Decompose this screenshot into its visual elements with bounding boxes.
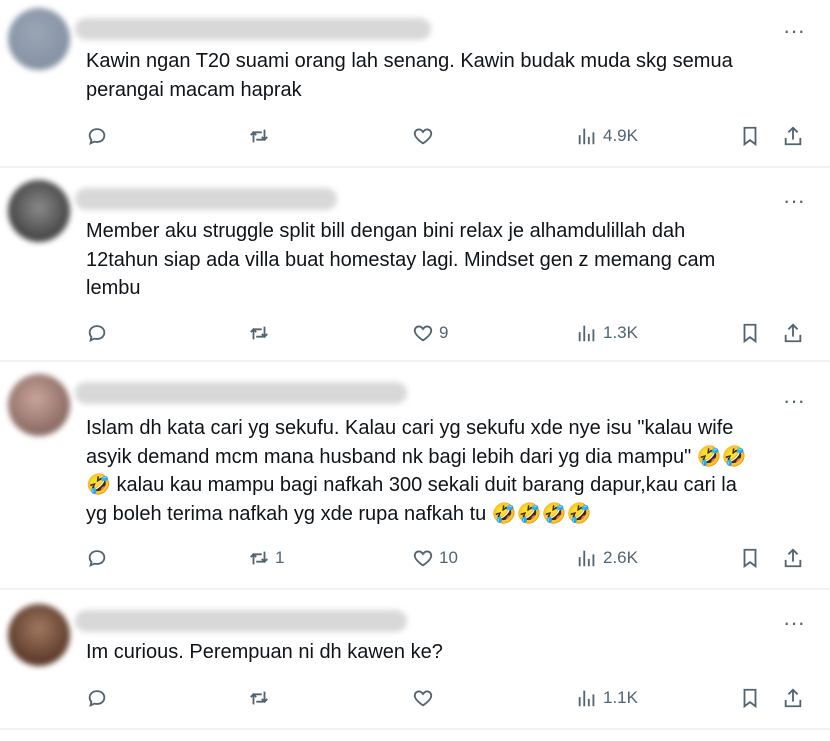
- post-text: Kawin ngan T20 suami orang lah senang. K…: [86, 50, 733, 101]
- views-icon: [578, 128, 595, 145]
- view-count: 1.1K: [603, 688, 638, 707]
- like-button[interactable]: 10: [412, 543, 458, 573]
- bookmark-icon: [743, 323, 757, 344]
- view-count: 4.9K: [603, 126, 638, 145]
- bookmark-icon: [743, 126, 757, 147]
- share-icon: [784, 548, 802, 568]
- repost-icon: [250, 326, 268, 340]
- views-icon: [578, 550, 595, 567]
- reply-post[interactable]: ··· Kawin ngan T20 suami orang lah senan…: [0, 0, 830, 168]
- bookmark-button[interactable]: [739, 543, 761, 573]
- views-icon: [578, 690, 595, 707]
- action-bar: 1 10 2.6K: [86, 543, 810, 573]
- redacted-username: [75, 610, 407, 632]
- redacted-username: [75, 188, 337, 210]
- heart-icon: [413, 325, 433, 342]
- avatar[interactable]: [8, 604, 70, 666]
- reply-button[interactable]: [86, 121, 113, 151]
- share-button[interactable]: [782, 318, 804, 348]
- view-count: 2.6K: [603, 548, 638, 567]
- views-button[interactable]: 4.9K: [576, 121, 638, 151]
- heart-icon: [413, 128, 433, 145]
- reply-icon: [88, 128, 106, 145]
- redacted-username: [75, 382, 407, 404]
- more-icon[interactable]: ···: [782, 20, 806, 46]
- repost-button[interactable]: [248, 683, 275, 713]
- like-count: 10: [439, 548, 458, 567]
- repost-button[interactable]: 1: [248, 543, 284, 573]
- post-text: Islam dh kata cari yg sekufu. Kalau cari…: [86, 417, 747, 525]
- redacted-username: [75, 18, 431, 40]
- reply-post[interactable]: ··· Im curious. Perempuan ni dh kawen ke…: [0, 590, 830, 730]
- repost-count: 1: [275, 548, 285, 567]
- post-text: Im curious. Perempuan ni dh kawen ke?: [86, 641, 443, 663]
- bookmark-button[interactable]: [739, 683, 761, 713]
- bookmark-icon: [743, 688, 757, 709]
- reply-post[interactable]: ··· Islam dh kata cari yg sekufu. Kalau …: [0, 362, 830, 590]
- more-icon[interactable]: ···: [782, 612, 806, 638]
- view-count: 1.3K: [603, 323, 638, 342]
- like-button[interactable]: 9: [412, 318, 448, 348]
- bookmark-button[interactable]: [739, 318, 761, 348]
- repost-icon: [250, 551, 268, 565]
- like-count: 9: [439, 323, 449, 342]
- repost-icon: [250, 691, 268, 705]
- reply-icon: [88, 325, 106, 342]
- like-button[interactable]: [412, 683, 439, 713]
- share-icon: [784, 126, 802, 146]
- like-button[interactable]: [412, 121, 439, 151]
- avatar[interactable]: [8, 8, 70, 70]
- reply-button[interactable]: [86, 683, 113, 713]
- share-button[interactable]: [782, 683, 804, 713]
- heart-icon: [413, 690, 433, 707]
- views-icon: [578, 325, 595, 342]
- avatar[interactable]: [8, 374, 70, 436]
- action-bar: 9 1.3K: [86, 318, 810, 348]
- post-text: Member aku struggle split bill dengan bi…: [86, 220, 716, 299]
- reply-icon: [88, 690, 106, 707]
- repost-button[interactable]: [248, 318, 275, 348]
- share-icon: [784, 688, 802, 708]
- reply-icon: [88, 550, 106, 567]
- share-button[interactable]: [782, 121, 804, 151]
- repost-icon: [250, 129, 268, 143]
- views-button[interactable]: 1.3K: [576, 318, 638, 348]
- reply-button[interactable]: [86, 543, 113, 573]
- bookmark-button[interactable]: [739, 121, 761, 151]
- bookmark-icon: [743, 548, 757, 569]
- replies-feed: ··· Kawin ngan T20 suami orang lah senan…: [0, 0, 830, 741]
- reply-button[interactable]: [86, 318, 113, 348]
- more-icon[interactable]: ···: [782, 390, 806, 416]
- heart-icon: [413, 550, 433, 567]
- action-bar: 1.1K: [86, 683, 810, 713]
- repost-button[interactable]: [248, 121, 275, 151]
- views-button[interactable]: 2.6K: [576, 543, 638, 573]
- avatar[interactable]: [8, 180, 70, 242]
- share-button[interactable]: [782, 543, 804, 573]
- action-bar: 4.9K: [86, 121, 810, 151]
- reply-post[interactable]: ··· Member aku struggle split bill denga…: [0, 168, 830, 362]
- views-button[interactable]: 1.1K: [576, 683, 638, 713]
- share-icon: [784, 323, 802, 343]
- more-icon[interactable]: ···: [782, 190, 806, 216]
